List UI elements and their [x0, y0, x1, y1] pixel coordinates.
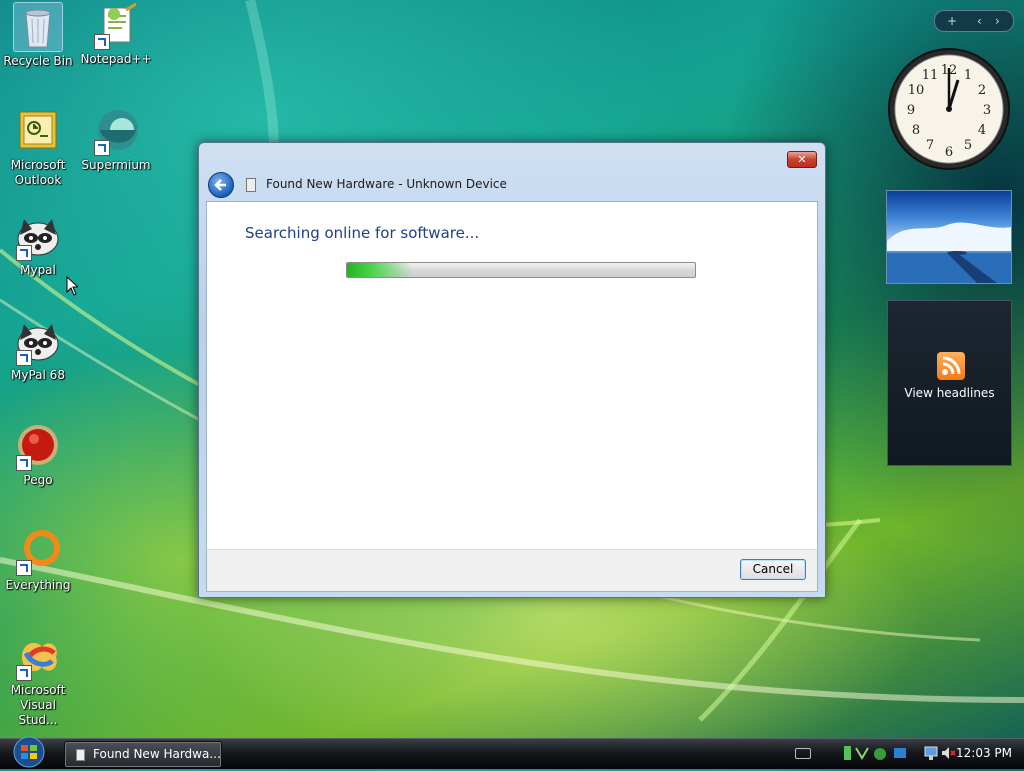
slideshow-gadget[interactable] — [886, 190, 1012, 284]
shortcut-arrow-icon — [16, 455, 32, 471]
cancel-button[interactable]: Cancel — [740, 559, 806, 580]
desktop-icon-mypal68[interactable]: MyPal 68 — [0, 318, 76, 383]
mypal68-icon — [14, 318, 62, 366]
desktop-icon-label: Microsoft Outlook — [10, 158, 66, 187]
shortcut-arrow-icon — [94, 140, 110, 156]
back-arrow-icon — [214, 179, 226, 191]
desktop-icon-outlook[interactable]: Microsoft Outlook — [0, 108, 76, 188]
keyboard-layout-icon[interactable] — [795, 748, 811, 759]
network-icon[interactable] — [924, 745, 938, 761]
desktop-icon-label: Everything — [5, 578, 71, 592]
taskbar-button-label: Found New Hardwa... — [93, 747, 221, 761]
notepadpp-icon — [92, 2, 140, 50]
hardware-device-icon — [246, 178, 256, 192]
view-headlines-link[interactable]: View headlines — [888, 386, 1011, 400]
desktop-icon-everything[interactable]: Everything — [0, 528, 76, 593]
desktop-icon-label: Pego — [23, 473, 53, 487]
start-button[interactable] — [8, 736, 50, 768]
sidebar-next-button[interactable]: › — [995, 11, 1000, 31]
sidebar-prev-button[interactable]: ‹ — [977, 11, 982, 31]
desktop-icon-visual-studio[interactable]: Microsoft Visual Stud... — [0, 633, 76, 728]
svg-text:1: 1 — [964, 68, 972, 83]
tray-status-icons — [844, 746, 906, 760]
status-heading: Searching online for software... — [245, 224, 480, 242]
rss-feed-icon — [937, 352, 965, 380]
feed-headlines-gadget[interactable]: View headlines — [887, 300, 1012, 466]
desktop-icon-notepadpp[interactable]: Notepad++ — [78, 2, 154, 67]
svg-text:2: 2 — [978, 83, 986, 98]
shortcut-arrow-icon — [16, 560, 32, 576]
outlook-icon — [14, 108, 62, 156]
shortcut-arrow-icon — [16, 350, 32, 366]
svg-text:10: 10 — [908, 83, 925, 98]
taskbar-clock[interactable]: 12:03 PM — [956, 746, 1012, 760]
analog-clock-icon: 1212 345 678 91011 — [888, 48, 1010, 170]
hardware-device-icon — [76, 749, 85, 761]
svg-text:8: 8 — [912, 123, 920, 138]
progress-bar — [346, 262, 696, 278]
desktop-icon-pego[interactable]: Pego — [0, 423, 76, 488]
desktop-icon-label: Mypal — [20, 263, 56, 277]
clock-gadget[interactable]: 1212 345 678 91011 — [886, 46, 1012, 172]
everything-icon — [14, 528, 62, 576]
desktop-icon-recycle-bin[interactable]: Recycle Bin — [0, 2, 76, 69]
recycle-bin-icon — [13, 2, 63, 52]
shortcut-arrow-icon — [16, 245, 32, 261]
taskbar-button-found-new-hardware[interactable]: Found New Hardwa... — [64, 741, 222, 768]
volume-muted-icon[interactable] — [940, 745, 956, 761]
svg-text:7: 7 — [926, 138, 934, 153]
dialog-content: Searching online for software... — [206, 201, 818, 550]
svg-text:3: 3 — [983, 103, 991, 118]
svg-text:5: 5 — [964, 138, 972, 153]
progress-fill — [347, 263, 414, 277]
sidebar-controls: + ‹ › — [934, 10, 1014, 32]
mypal-icon — [14, 213, 62, 261]
close-icon: ✕ — [797, 153, 807, 166]
svg-text:6: 6 — [945, 145, 953, 160]
add-gadget-button[interactable]: + — [947, 11, 957, 31]
pego-icon — [14, 423, 62, 471]
shortcut-arrow-icon — [94, 34, 110, 50]
desktop-icon-supermium[interactable]: Supermium — [78, 108, 154, 173]
svg-text:9: 9 — [907, 103, 915, 118]
system-tray: 12:03 PM — [836, 741, 1024, 766]
mouse-cursor-icon — [66, 276, 78, 296]
shortcut-arrow-icon — [16, 665, 32, 681]
landscape-photo-icon — [887, 222, 1011, 283]
dialog-footer: Cancel — [206, 549, 818, 592]
dialog-title: Found New Hardware - Unknown Device — [266, 177, 507, 191]
desktop-icon-mypal[interactable]: Mypal — [0, 213, 76, 278]
svg-text:4: 4 — [978, 123, 986, 138]
desktop-icon-label: MyPal 68 — [11, 368, 65, 382]
svg-text:11: 11 — [922, 68, 939, 83]
found-new-hardware-dialog: ✕ Found New Hardware - Unknown Device Se… — [198, 142, 826, 598]
close-button[interactable]: ✕ — [787, 151, 817, 168]
desktop-icon-label: Supermium — [81, 158, 151, 172]
visual-studio-icon — [14, 633, 62, 681]
desktop-icon-label: Recycle Bin — [3, 54, 73, 68]
supermium-icon — [92, 108, 140, 156]
windows-logo-icon — [13, 736, 45, 768]
back-button[interactable] — [208, 172, 234, 198]
desktop-icon-label: Microsoft Visual Stud... — [10, 683, 66, 727]
desktop-icon-label: Notepad++ — [80, 52, 152, 66]
